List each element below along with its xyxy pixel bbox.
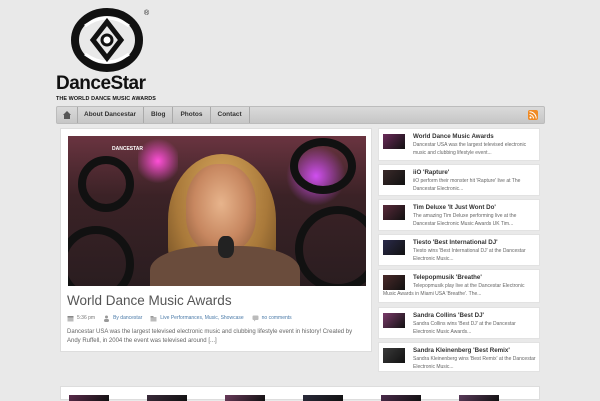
sidebar-post[interactable]: iiO 'Rapture' iiO perform their monster … (378, 164, 540, 196)
sidebar-post-title[interactable]: Sandra Kleinenberg 'Best Remix' (413, 347, 510, 354)
site-logo[interactable]: ® DanceStar THE WORLD DANCE MUSIC AWARDS (56, 8, 166, 102)
logo-brand-text: DanceStar (56, 73, 146, 94)
post-categories[interactable]: Live Performances, Music, Showcase (160, 315, 243, 321)
post-title[interactable]: World Dance Music Awards (67, 293, 232, 308)
comment-icon (252, 315, 259, 321)
sidebar-post[interactable]: World Dance Music Awards Dancestar USA w… (378, 128, 540, 161)
featured-post: DANCESTAR World Dance Music Awards 5:36 … (60, 128, 372, 352)
nav-item-blog[interactable]: Blog (144, 107, 174, 123)
sidebar-post-title[interactable]: Telepopmusik 'Breathe' (413, 274, 482, 281)
sidebar-post-excerpt: Dancestar USA was the largest televised … (413, 142, 527, 156)
registered-mark: ® (144, 10, 150, 17)
post-comments[interactable]: no comments (262, 315, 292, 321)
main-navigation: About Dancestar Blog Photos Contact (56, 106, 545, 124)
gallery-thumbnail[interactable] (147, 395, 187, 401)
sidebar-post-excerpt: Telepopmusik play live at the Dancestar … (383, 283, 525, 297)
sidebar-post-title[interactable]: iiO 'Rapture' (413, 169, 449, 176)
gallery-thumbnail[interactable] (69, 395, 109, 401)
sidebar-post-thumbnail[interactable] (383, 313, 405, 328)
sidebar-post-title[interactable]: Tim Deluxe 'It Just Wont Do' (413, 204, 496, 211)
sidebar-post-thumbnail[interactable] (383, 134, 405, 149)
sidebar-post-title[interactable]: Sandra Collins 'Best DJ' (413, 312, 484, 319)
rss-feed-button[interactable] (528, 110, 538, 120)
sidebar-post-thumbnail[interactable] (383, 240, 405, 255)
sidebar-post-thumbnail[interactable] (383, 170, 405, 185)
sidebar-post[interactable]: Sandra Kleinenberg 'Best Remix' Sandra K… (378, 342, 540, 372)
sidebar-post-excerpt: Sandra Collins wins 'Best DJ' at the Dan… (413, 321, 516, 335)
sidebar-post[interactable]: Tim Deluxe 'It Just Wont Do' The amazing… (378, 199, 540, 231)
nav-item-contact[interactable]: Contact (211, 107, 250, 123)
gallery-thumbnail[interactable] (459, 395, 499, 401)
logo-tagline: THE WORLD DANCE MUSIC AWARDS (56, 96, 156, 102)
sidebar-post-excerpt: The amazing Tim Deluxe performing live a… (413, 213, 517, 227)
stage-logo-decoration (68, 226, 134, 286)
sidebar-post-excerpt: iiO perform their monster hit 'Rapture' … (413, 178, 521, 192)
nav-home-button[interactable] (57, 107, 78, 123)
gallery-thumbnail[interactable] (225, 395, 265, 401)
bottom-gallery-strip (60, 386, 540, 401)
post-time: 5:36 pm (77, 315, 96, 321)
stage-logo-decoration (290, 138, 356, 194)
microphone (218, 236, 234, 258)
rss-icon (529, 111, 537, 119)
stage-logo-decoration (295, 206, 366, 286)
sidebar-post-title[interactable]: Tiesto 'Best International DJ' (413, 239, 498, 246)
author-icon (104, 315, 110, 322)
home-icon (63, 111, 71, 119)
post-excerpt: Dancestar USA was the largest televised … (67, 329, 353, 344)
nav-item-photos[interactable]: Photos (173, 107, 211, 123)
post-author[interactable]: By dancestar (113, 315, 142, 321)
sidebar-post-title[interactable]: World Dance Music Awards (413, 133, 494, 140)
gallery-thumbnail[interactable] (381, 395, 421, 401)
channel-bug: DANCESTAR (112, 146, 144, 152)
stage-light (138, 136, 178, 186)
nav-item-about[interactable]: About Dancestar (77, 107, 145, 123)
gallery-thumbnail[interactable] (303, 395, 343, 401)
folder-icon (150, 315, 157, 321)
sidebar-recent-posts: World Dance Music Awards Dancestar USA w… (378, 128, 540, 372)
sidebar-post-thumbnail[interactable] (383, 348, 405, 363)
calendar-icon (67, 315, 74, 321)
stage-logo-decoration (78, 156, 134, 212)
sidebar-post[interactable]: Tiesto 'Best International DJ' Tiesto wi… (378, 234, 540, 266)
sidebar-post-excerpt: Tiesto wins 'Best International DJ' at t… (413, 248, 526, 262)
featured-video-thumbnail[interactable]: DANCESTAR (68, 136, 366, 286)
post-meta: 5:36 pm By dancestar Live Performances, … (67, 313, 300, 323)
dancestar-logo-icon (71, 8, 143, 72)
sidebar-post-thumbnail[interactable] (383, 205, 405, 220)
sidebar-post-excerpt: Sandra Kleinenberg wins 'Best Remix' at … (413, 356, 536, 370)
sidebar-post[interactable]: Sandra Collins 'Best DJ' Sandra Collins … (378, 307, 540, 339)
sidebar-post[interactable]: Telepopmusik 'Breathe' Telepopmusik play… (378, 269, 540, 303)
